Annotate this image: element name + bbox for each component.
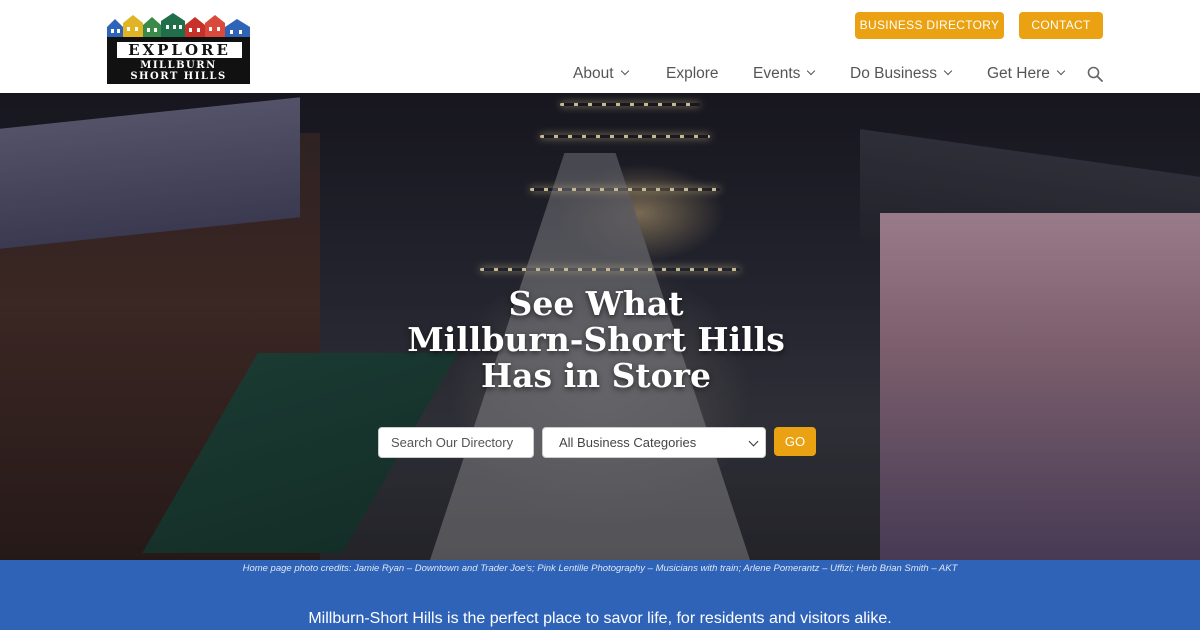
nav-events-label: Events (753, 65, 801, 82)
nav-about[interactable]: About (573, 64, 629, 84)
search-icon[interactable] (1087, 66, 1103, 82)
nav-events[interactable]: Events (753, 64, 816, 84)
hero-heading-line3: Has in Store (480, 356, 712, 395)
nav-explore-label: Explore (666, 65, 719, 82)
nav-explore[interactable]: Explore (666, 64, 719, 84)
hero-heading-line2: Millburn-Short Hills (407, 320, 785, 359)
nav-do-business[interactable]: Do Business (850, 64, 953, 84)
contact-button[interactable]: CONTACT (1019, 12, 1103, 39)
site-header: EXPLORE MILLBURN SHORT HILLS BUSINESS DI… (0, 0, 1200, 93)
nav-do-business-label: Do Business (850, 65, 938, 82)
chevron-down-icon (943, 66, 953, 76)
nav-get-here-label: Get Here (987, 65, 1050, 82)
chevron-down-icon (1056, 66, 1066, 76)
chevron-down-icon (620, 66, 629, 76)
intro-band: Home page photo credits: Jamie Ryan – Do… (0, 560, 1200, 630)
hero-banner: See What Millburn-Short Hills Has in Sto… (0, 93, 1200, 560)
business-directory-button[interactable]: BUSINESS DIRECTORY (855, 12, 1004, 39)
hero-heading-line1: See What (508, 284, 684, 323)
logo-explore-text: EXPLORE (117, 42, 242, 58)
nav-about-label: About (573, 65, 614, 82)
intro-tagline: Millburn-Short Hills is the perfect plac… (308, 610, 892, 627)
directory-search-input[interactable]: Search Our Directory (378, 427, 534, 458)
go-button[interactable]: GO (774, 427, 816, 456)
houses-illustration-icon (107, 13, 250, 39)
site-logo[interactable]: EXPLORE MILLBURN SHORT HILLS (107, 13, 250, 84)
chevron-down-icon (807, 66, 816, 76)
chevron-down-icon (748, 436, 759, 447)
category-select[interactable]: All Business Categories (542, 427, 766, 458)
nav-get-here[interactable]: Get Here (987, 64, 1066, 84)
category-select-value: All Business Categories (559, 435, 697, 450)
hero-heading: See What Millburn-Short Hills Has in Sto… (380, 286, 812, 394)
logo-wordmark: EXPLORE MILLBURN SHORT HILLS (107, 37, 250, 84)
logo-millburn-text: MILLBURN (140, 60, 217, 71)
photo-credits: Home page photo credits: Jamie Ryan – Do… (242, 563, 958, 574)
logo-short-hills-text: SHORT HILLS (130, 71, 227, 82)
